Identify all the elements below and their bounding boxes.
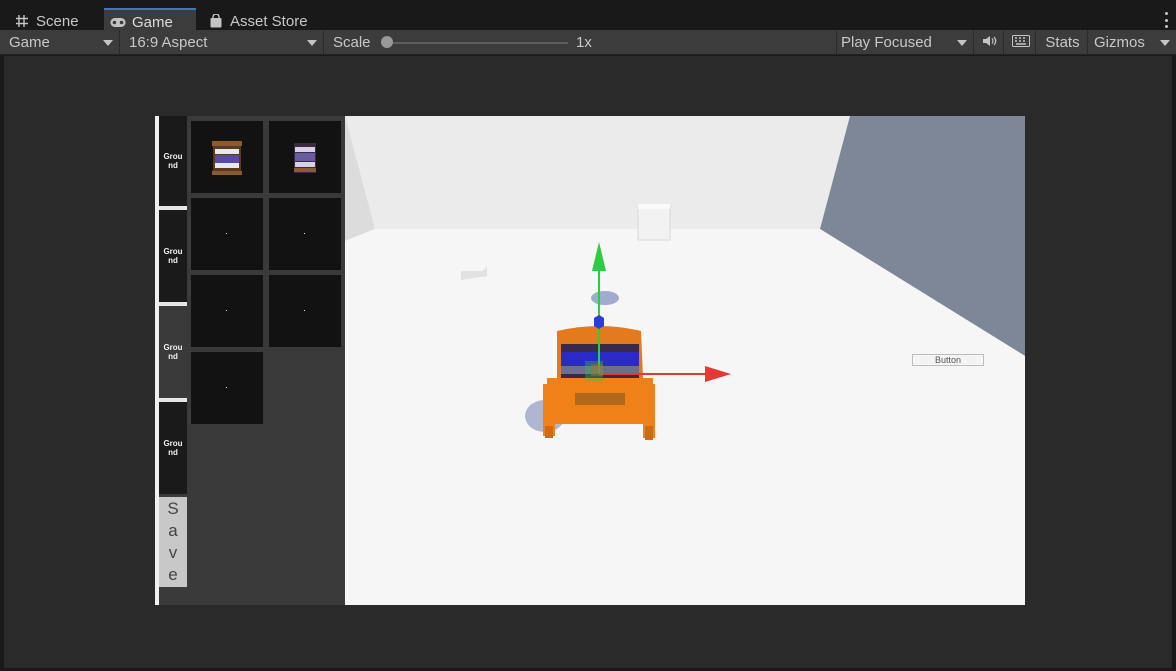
game-render[interactable]: Grou nd Grou nd Grou nd Grou nd S a v e [155,116,1025,605]
bed-thumbnail-icon [212,141,242,175]
chevron-down-icon [957,40,967,46]
keyboard-icon [1011,34,1030,51]
bed-thumbnail-icon [294,143,316,173]
grid-icon [14,13,30,29]
item-slot[interactable] [191,275,263,347]
ground-button[interactable]: Grou nd [159,306,187,402]
display-dropdown[interactable]: Game [4,30,120,55]
play-mode-label: Play Focused [841,34,932,51]
item-slot[interactable] [191,352,263,424]
more-options-icon[interactable] [1164,12,1168,28]
item-slot[interactable] [269,198,341,270]
gizmos-label: Gizmos [1094,34,1145,51]
save-button[interactable]: S a v e [159,497,187,587]
save-letter: a [168,521,178,540]
scene-ui-button-label: Button [934,355,962,365]
ground-button[interactable]: Grou nd [159,116,187,210]
item-slot[interactable] [269,121,341,193]
ground-button-label: Grou nd [163,439,183,457]
item-panel [187,116,345,605]
scale-slider-track[interactable] [388,42,568,44]
item-slot[interactable] [191,121,263,193]
item-slot[interactable] [269,275,341,347]
save-letter: S [167,499,179,518]
scale-value: 1x [576,34,592,51]
scene-ui-button[interactable]: Button [912,354,984,366]
gizmos-button[interactable]: Gizmos [1090,30,1176,55]
scale-label: Scale [333,34,371,51]
chevron-down-icon [1160,40,1170,46]
ground-button[interactable]: Grou nd [159,210,187,306]
tab-scene-label: Scene [36,12,79,30]
speaker-icon [982,34,998,51]
ground-button-label: Grou nd [163,152,183,170]
tab-asset-store-label: Asset Store [230,12,308,30]
aspect-dropdown[interactable]: 16:9 Aspect [124,30,324,55]
ground-button-label: Grou nd [163,343,183,361]
keyboard-shortcuts-button[interactable] [1006,30,1036,55]
item-slot[interactable] [191,198,263,270]
chevron-down-icon [307,40,317,46]
gamepad-icon [110,14,126,30]
play-mode-dropdown[interactable]: Play Focused [836,30,974,55]
display-dropdown-label: Game [9,34,50,51]
stats-button[interactable]: Stats [1038,30,1088,55]
scale-slider-handle[interactable] [381,36,393,48]
aspect-dropdown-label: 16:9 Aspect [129,34,208,51]
save-letter: e [168,565,178,584]
save-letter: v [168,543,178,562]
ground-button-label: Grou nd [163,247,183,265]
window-tab-bar: Scene Game Asset Store [0,0,1176,34]
ground-button[interactable]: Grou nd [159,402,187,494]
scale-control: Scale 1x [328,30,832,55]
game-view-toolbar: Game 16:9 Aspect Scale 1x Play Focused S… [0,30,1176,55]
chevron-down-icon [103,40,113,46]
tab-game-label: Game [132,13,173,31]
shopping-bag-icon [208,13,224,29]
mute-audio-button[interactable] [976,30,1004,55]
stats-label: Stats [1045,34,1080,51]
